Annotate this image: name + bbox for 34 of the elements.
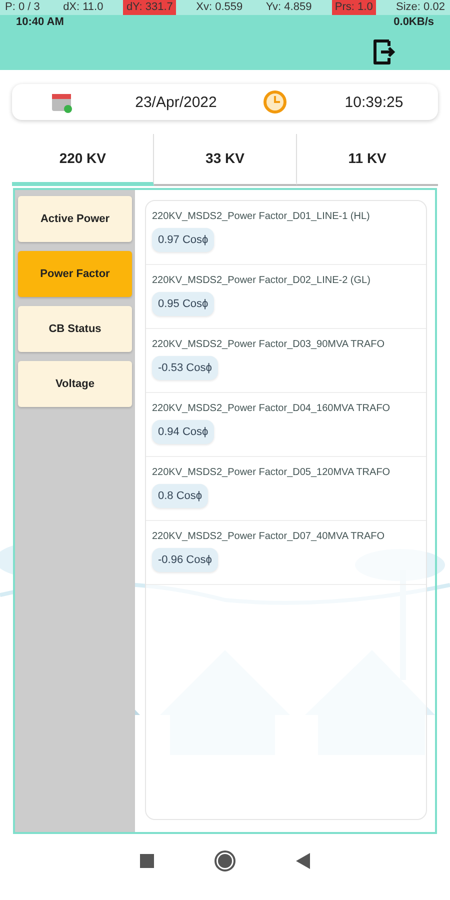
reading-value: 0.8 Cosϕ: [152, 484, 208, 508]
category-button[interactable]: Active Power: [18, 196, 132, 242]
reading-name: 220KV_MSDS2_Power Factor_D05_120MVA TRAFO: [152, 467, 390, 478]
reading-name: 220KV_MSDS2_Power Factor_D02_LINE-2 (GL): [152, 275, 370, 286]
network-speed: 0.0KB/s: [394, 16, 434, 28]
pointer-readout: dX: 11.0: [62, 0, 104, 15]
reading-value: 0.94 Cosϕ: [152, 420, 214, 444]
category-button[interactable]: CB Status: [18, 306, 132, 352]
reading-value: -0.53 Cosϕ: [152, 356, 218, 380]
reading-name: 220KV_MSDS2_Power Factor_D03_90MVA TRAFO: [152, 339, 385, 350]
reading-name: 220KV_MSDS2_Power Factor_D07_40MVA TRAFO: [152, 531, 385, 542]
status-time: 10:40 AM: [16, 16, 64, 28]
category-button[interactable]: Voltage: [18, 361, 132, 407]
voltage-tab[interactable]: 220 KV: [12, 134, 154, 186]
voltage-tab[interactable]: 11 KV: [296, 134, 438, 186]
pointer-readout: Prs: 1.0: [332, 0, 376, 15]
calendar-icon: [51, 91, 73, 113]
back-icon[interactable]: [296, 853, 310, 869]
reading-name: 220KV_MSDS2_Power Factor_D01_LINE-1 (HL): [152, 211, 370, 222]
time-text: 10:39:25: [344, 94, 404, 110]
pointer-readout: P: 0 / 3: [4, 0, 41, 15]
category-button[interactable]: Power Factor: [18, 251, 132, 297]
pointer-readout: Xv: 0.559: [195, 0, 244, 15]
reading-value: -0.96 Cosϕ: [152, 548, 218, 572]
pointer-readout: Yv: 4.859: [264, 0, 313, 15]
reading-value: 0.97 Cosϕ: [152, 228, 214, 252]
home-icon[interactable]: [214, 850, 236, 872]
pointer-readout: Size: 0.02: [395, 0, 446, 15]
clock-icon: [263, 90, 287, 114]
reading-value: 0.95 Cosϕ: [152, 292, 214, 316]
voltage-tab[interactable]: 33 KV: [154, 134, 297, 186]
reading-name: 220KV_MSDS2_Power Factor_D04_160MVA TRAFO: [152, 403, 390, 414]
pointer-readout: dY: 331.7: [123, 0, 176, 15]
date-text: 23/Apr/2022: [135, 94, 217, 110]
